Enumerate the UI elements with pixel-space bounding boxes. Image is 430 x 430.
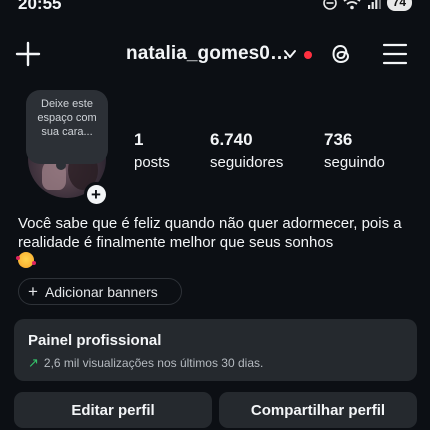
share-profile-button[interactable]: Compartilhar perfil <box>219 392 417 428</box>
avatar-area: Deixe este espaço com sua cara... + <box>26 90 108 208</box>
threads-icon[interactable] <box>328 41 354 67</box>
status-time: 20:55 <box>18 0 62 13</box>
note-bubble[interactable]: Deixe este espaço com sua cara... <box>26 90 108 170</box>
status-icons: 74 <box>322 0 412 11</box>
stat-posts-value: 1 <box>134 130 144 149</box>
add-story-button[interactable]: + <box>84 182 108 206</box>
bio: Você sabe que é feliz quando não quer ad… <box>16 214 418 271</box>
note-placeholder: Deixe este espaço com sua cara... <box>37 98 97 138</box>
dashboard-title: Painel profissional <box>28 332 162 349</box>
trend-up-icon: ↗ <box>28 355 39 370</box>
stat-posts-label: posts <box>134 154 170 171</box>
notification-dot <box>304 51 312 59</box>
signal-icon <box>367 0 381 9</box>
chevron-down-icon[interactable] <box>283 47 297 61</box>
smiling-face-with-hearts-icon <box>16 252 36 268</box>
profile-header: natalia_gomes0… <box>0 38 430 72</box>
status-bar: 20:55 74 <box>0 0 430 16</box>
menu-icon[interactable] <box>382 42 408 66</box>
dashboard-summary: ↗ 2,6 mil visualizações nos últimos 30 d… <box>28 355 403 371</box>
share-profile-label: Compartilhar perfil <box>250 401 386 419</box>
stat-posts[interactable]: 1 posts <box>134 130 170 174</box>
battery-icon: 74 <box>386 0 412 11</box>
professional-dashboard[interactable]: Painel profissional ↗ 2,6 mil visualizaç… <box>14 319 417 381</box>
add-banners-button[interactable]: + Adicionar banners <box>18 278 182 305</box>
profile-screen: 20:55 74 natalia_gomes0… Deixe este espa… <box>0 0 430 430</box>
stat-following[interactable]: 736 seguindo <box>324 130 385 174</box>
stat-followers-label: seguidores <box>210 154 284 171</box>
do-not-disturb-icon <box>322 0 337 10</box>
username[interactable]: natalia_gomes0… <box>126 43 289 65</box>
edit-profile-label: Editar perfil <box>71 401 155 419</box>
add-banners-label: Adicionar banners <box>44 283 158 300</box>
stat-followers-value: 6.740 <box>210 130 253 149</box>
dashboard-summary-text: 2,6 mil visualizações nos últimos 30 dia… <box>43 356 264 370</box>
bio-text: Você sabe que é feliz quando não quer ad… <box>18 215 402 251</box>
stat-following-value: 736 <box>324 130 353 149</box>
wifi-icon <box>343 0 361 9</box>
stat-following-label: seguindo <box>324 154 385 171</box>
add-story-plus-icon: + <box>86 184 106 204</box>
plus-icon: + <box>28 282 38 301</box>
edit-profile-button[interactable]: Editar perfil <box>14 392 212 428</box>
plus-icon[interactable] <box>14 40 42 68</box>
stat-followers[interactable]: 6.740 seguidores <box>210 130 283 174</box>
